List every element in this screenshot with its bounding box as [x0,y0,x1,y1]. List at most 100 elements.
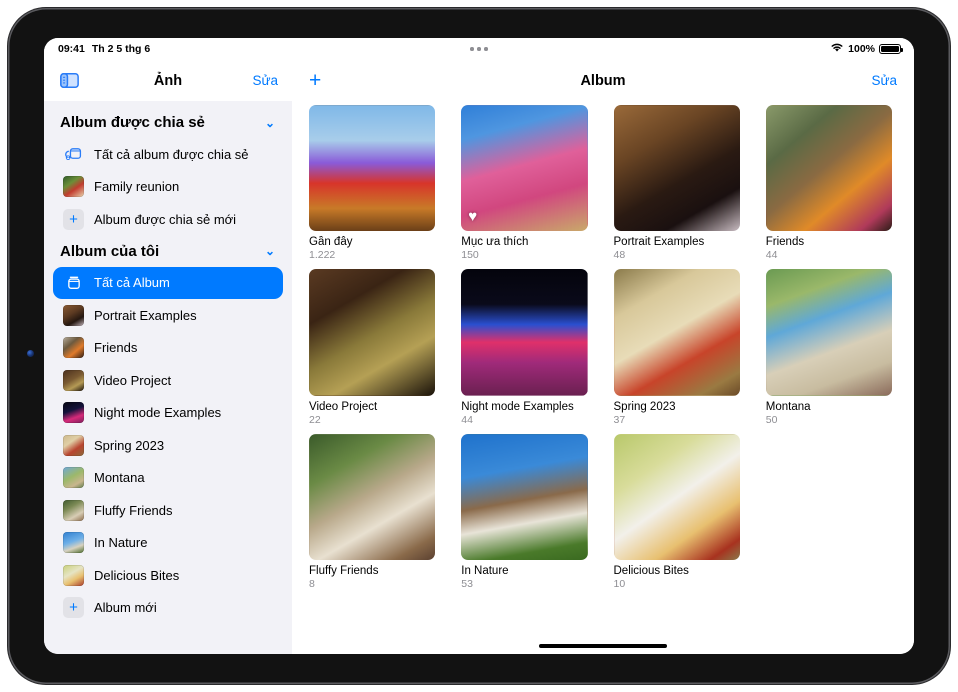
album-thumbnail [63,370,84,391]
album-count: 48 [614,249,740,261]
album-tile-video-project[interactable]: Video Project 22 [309,269,435,425]
sidebar-item-label: Fluffy Friends [94,503,173,518]
sidebar-item-label: Delicious Bites [94,568,179,583]
album-tile-night-mode-examples[interactable]: Night mode Examples 44 [461,269,587,425]
albums-stack-icon [63,275,84,291]
sidebar-item-new-album[interactable]: + Album mới [53,592,283,625]
sidebar-list[interactable]: Album được chia sẻ ⌄ [44,101,292,654]
album-name: Spring 2023 [614,401,740,413]
sidebar-item-label: Portrait Examples [94,308,197,323]
sidebar-item-family-reunion[interactable]: Family reunion [53,171,283,204]
chevron-down-icon[interactable]: ⌄ [265,245,275,257]
battery-full-icon [879,44,901,55]
album-cover[interactable] [614,105,740,231]
album-tile-in-nature[interactable]: In Nature 53 [461,434,587,590]
sidebar-toggle-icon[interactable] [60,73,79,88]
album-cover[interactable] [766,269,892,395]
album-count: 22 [309,414,435,426]
album-count: 37 [614,414,740,426]
sidebar-item-portrait-examples[interactable]: Portrait Examples [53,299,283,332]
sidebar-item-new-shared-album[interactable]: + Album được chia sẻ mới [53,203,283,236]
album-thumbnail [63,402,84,423]
album-cover[interactable] [461,269,587,395]
ipad-device-frame: 09:41 Th 2 5 thg 6 100% [8,8,950,684]
home-indicator[interactable] [539,644,667,648]
album-name: Video Project [309,401,435,413]
main-header: + Album Sửa [292,60,914,101]
album-cover[interactable] [309,269,435,395]
album-cover[interactable] [614,434,740,560]
album-tile-spring-2023[interactable]: Spring 2023 37 [614,269,740,425]
status-date: Th 2 5 thg 6 [92,43,150,55]
main-content: + Album Sửa Gần đây 1.222 ♥ Mục ưa th [292,60,914,654]
sidebar-header: Ảnh Sửa [44,60,292,101]
sidebar-item-spring-2023[interactable]: Spring 2023 [53,429,283,462]
ipad-screen: 09:41 Th 2 5 thg 6 100% [44,38,914,654]
album-cover[interactable] [614,269,740,395]
sidebar-section-shared-albums[interactable]: Album được chia sẻ ⌄ [53,107,283,138]
status-time: 09:41 [58,43,85,55]
album-thumbnail [63,500,84,521]
album-thumbnail [63,176,84,197]
album-tile-montana[interactable]: Montana 50 [766,269,892,425]
main-edit-button[interactable]: Sửa [871,73,897,88]
album-name: Montana [766,401,892,413]
album-thumbnail [63,532,84,553]
sidebar-item-fluffy-friends[interactable]: Fluffy Friends [53,494,283,527]
album-thumbnail [63,435,84,456]
multitasking-dots-icon[interactable] [44,38,914,60]
album-name: Friends [766,236,892,248]
album-name: In Nature [461,565,587,577]
album-name: Delicious Bites [614,565,740,577]
album-count: 44 [461,414,587,426]
home-indicator-area [292,637,914,654]
sidebar-item-label: Album được chia sẻ mới [94,212,236,227]
album-count: 53 [461,578,587,590]
album-name: Mục ưa thích [461,236,587,248]
album-count: 10 [614,578,740,590]
album-count: 50 [766,414,892,426]
sidebar: Ảnh Sửa Album được chia sẻ ⌄ [44,60,292,654]
album-tile-portrait-examples[interactable]: Portrait Examples 48 [614,105,740,261]
add-album-button[interactable]: + [309,70,321,91]
album-cover[interactable] [309,105,435,231]
sidebar-item-label: Family reunion [94,179,179,194]
album-tile-fluffy-friends[interactable]: Fluffy Friends 8 [309,434,435,590]
status-bar-right: 100% [830,42,901,56]
battery-percent-label: 100% [848,43,875,55]
sidebar-item-label: Tất cả Album [94,275,170,290]
status-bar-left: 09:41 Th 2 5 thg 6 [58,43,150,55]
sidebar-item-label: Night mode Examples [94,405,221,420]
album-count: 1.222 [309,249,435,261]
album-count: 150 [461,249,587,261]
sidebar-item-label: Spring 2023 [94,438,164,453]
album-count: 8 [309,578,435,590]
album-cover[interactable]: ♥ [461,105,587,231]
album-tile-recents[interactable]: Gần đây 1.222 [309,105,435,261]
photos-app: Ảnh Sửa Album được chia sẻ ⌄ [44,60,914,654]
album-thumbnail [63,565,84,586]
album-cover[interactable] [461,434,587,560]
album-name: Portrait Examples [614,236,740,248]
sidebar-item-label: Video Project [94,373,171,388]
sidebar-item-label: Friends [94,340,137,355]
chevron-down-icon[interactable]: ⌄ [265,117,275,129]
album-cover[interactable] [309,434,435,560]
album-tile-delicious-bites[interactable]: Delicious Bites 10 [614,434,740,590]
shared-albums-icon [63,146,84,162]
album-tile-friends[interactable]: Friends 44 [766,105,892,261]
sidebar-edit-button[interactable]: Sửa [252,73,278,88]
sidebar-item-in-nature[interactable]: In Nature [53,527,283,560]
sidebar-item-friends[interactable]: Friends [53,332,283,365]
sidebar-section-my-albums[interactable]: Album của tôi ⌄ [53,236,283,267]
sidebar-item-night-mode-examples[interactable]: Night mode Examples [53,397,283,430]
wifi-icon [830,42,844,56]
sidebar-item-video-project[interactable]: Video Project [53,364,283,397]
sidebar-item-delicious-bites[interactable]: Delicious Bites [53,559,283,592]
album-tile-favorites[interactable]: ♥ Mục ưa thích 150 [461,105,587,261]
sidebar-item-all-albums[interactable]: Tất cả Album [53,267,283,300]
album-cover[interactable] [766,105,892,231]
sidebar-item-all-shared-albums[interactable]: Tất cả album được chia sẻ [53,138,283,171]
album-count: 44 [766,249,892,261]
sidebar-item-montana[interactable]: Montana [53,462,283,495]
